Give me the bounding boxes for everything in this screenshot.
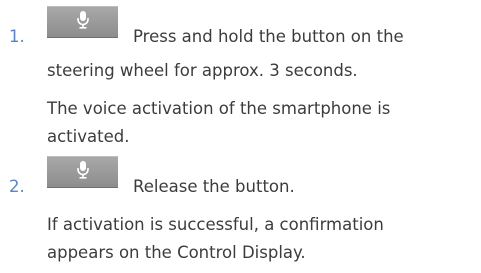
instruction-text: steering wheel for approx. 3 seconds. [47, 61, 358, 80]
instruction-text: Release the button. [133, 177, 295, 196]
result-text: The voice activation of the smartphone i… [47, 99, 391, 118]
instruction-text: Press and hold the button on the [133, 27, 404, 46]
voice-button-illustration [47, 6, 118, 38]
voice-button-illustration [47, 156, 118, 188]
microphone-icon [76, 160, 90, 184]
step-number: 2. [9, 177, 25, 196]
step-number: 1. [9, 27, 25, 46]
microphone-icon [76, 10, 90, 34]
result-text: If activation is successful, a confirmat… [47, 215, 384, 234]
result-text: appears on the Control Display. [47, 243, 306, 262]
result-text: activated. [47, 127, 130, 146]
